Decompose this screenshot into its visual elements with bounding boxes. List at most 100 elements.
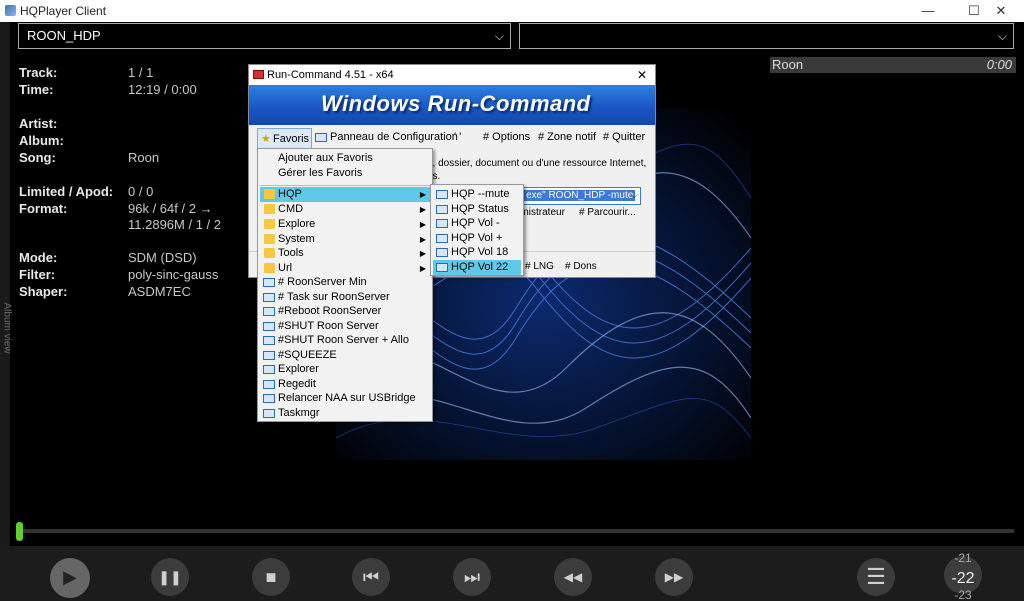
command-icon — [263, 351, 275, 360]
close-icon[interactable]: ✕ — [637, 65, 647, 85]
time-value: 12:19 / 0:00 — [128, 82, 197, 97]
hqp-submenu-item[interactable]: HQP Vol - — [433, 216, 521, 231]
track-value: 1 / 1 — [128, 65, 154, 80]
shaper-value: ASDM7EC — [128, 284, 191, 299]
run-command-description: e, dossier, document ou d'une ressource … — [427, 157, 646, 183]
app-icon — [5, 5, 16, 16]
cmd-item[interactable]: #SQUEEZE — [260, 348, 337, 363]
run-command-icon — [253, 70, 264, 79]
hqp-submenu-label: HQP Vol + — [451, 232, 503, 244]
rewind-button[interactable]: ◀◀ — [554, 558, 592, 596]
command-icon — [263, 322, 275, 331]
parcourir-button[interactable]: # Parcourir... — [579, 207, 636, 218]
previous-button[interactable]: ⏮ — [352, 558, 390, 596]
cmd-item[interactable]: #Reboot RoonServer — [260, 304, 381, 319]
folder-system[interactable]: System ▶ — [260, 232, 430, 247]
menu-lng[interactable]: # LNG — [525, 261, 554, 272]
menu-item-ajouter[interactable]: Ajouter aux Favoris — [260, 151, 373, 166]
output-select[interactable]: ⌵ — [519, 23, 1014, 49]
minimize-button[interactable]: — — [905, 0, 951, 22]
hqp-submenu-item[interactable]: HQP Vol 18 — [433, 245, 521, 260]
folder-explore-label: Explore — [278, 218, 316, 230]
album-view-toggle[interactable]: Album view — [0, 22, 13, 546]
admin-checkbox-label[interactable]: inistrateur — [521, 207, 565, 218]
cmd-item[interactable]: Taskmgr — [260, 406, 320, 421]
pause-button[interactable]: ❚❚ — [151, 558, 189, 596]
cmd-item[interactable]: Explorer — [260, 362, 319, 377]
hqp-submenu-item-selected[interactable]: HQP Vol 22 — [433, 260, 521, 275]
song-label: Song: — [19, 150, 56, 165]
folder-icon — [264, 234, 275, 244]
command-icon — [263, 278, 275, 287]
seek-bar[interactable] — [16, 529, 1014, 533]
hqp-submenu-item[interactable]: HQP --mute — [433, 187, 521, 202]
cmd-item[interactable]: Relancer NAA sur USBridge — [260, 391, 416, 406]
seek-handle[interactable] — [16, 522, 23, 541]
folder-explore[interactable]: Explore ▶ — [260, 217, 430, 232]
menu-button[interactable]: ☰ — [857, 558, 895, 596]
menu-zone-notif[interactable]: # Zone notif — [538, 131, 596, 143]
volume-control[interactable]: -21 -22 -23 — [944, 552, 982, 600]
command-icon — [263, 336, 275, 345]
playlist-item-duration: 0:00 — [986, 57, 1012, 72]
chevron-right-icon: ▶ — [419, 249, 426, 258]
chevron-down-icon: ⌵ — [997, 29, 1007, 43]
cmd-item[interactable]: # Task sur RoonServer — [260, 290, 390, 305]
cmd-item[interactable]: # RoonServer Min — [260, 275, 367, 290]
menu-dots[interactable]: ' ' — [454, 131, 461, 143]
menu-quitter[interactable]: # Quitter — [603, 131, 645, 143]
command-icon — [436, 234, 448, 243]
device-select[interactable]: ROON_HDP ⌵ — [18, 23, 511, 49]
album-view-label: Album view — [1, 302, 13, 354]
chevron-down-icon[interactable]: ⌵ — [630, 188, 638, 204]
menu-panneau-label: Panneau de Configuration — [330, 131, 458, 143]
forward-button[interactable]: ▶▶ — [655, 558, 693, 596]
play-button[interactable]: ▶ — [50, 558, 90, 598]
hqp-submenu-item[interactable]: HQP Vol + — [433, 231, 521, 246]
close-button[interactable]: ✕ — [978, 0, 1024, 22]
folder-url[interactable]: Url ▶ — [260, 261, 430, 276]
cmd-item-label: Explorer — [278, 363, 319, 375]
cmd-item[interactable]: Regedit — [260, 377, 316, 392]
format-value-1: 96k / 64f / 2 → — [128, 201, 213, 216]
banner-title: Windows Run-Command — [321, 91, 591, 116]
menu-item-gerer[interactable]: Gérer les Favoris — [260, 166, 362, 181]
menu-panneau[interactable]: Panneau de Configuration — [315, 131, 458, 143]
limited-label: Limited / Apod: — [19, 184, 114, 199]
volume-value: -22 — [951, 570, 975, 587]
folder-hqp[interactable]: HQP ▶ — [260, 187, 430, 202]
cmd-item[interactable]: #SHUT Roon Server — [260, 319, 379, 334]
command-icon — [263, 394, 275, 403]
shaper-label: Shaper: — [19, 284, 68, 299]
control-panel-icon — [315, 132, 327, 142]
command-icon — [436, 205, 448, 214]
playlist-item[interactable]: Roon 0:00 — [770, 57, 1016, 73]
chevron-down-icon: ⌵ — [494, 29, 504, 43]
limited-value: 0 / 0 — [128, 184, 154, 199]
cmd-item[interactable]: #SHUT Roon Server + Allo — [260, 333, 409, 348]
next-button[interactable]: ⏭ — [453, 558, 491, 596]
run-command-titlebar: Run-Command 4.51 - x64 ✕ — [249, 65, 655, 85]
cmd-item-label: Regedit — [278, 378, 316, 390]
menu-options[interactable]: # Options — [483, 131, 530, 143]
command-icon — [436, 190, 448, 199]
cmd-item-label: #SQUEEZE — [278, 349, 337, 361]
cmd-item-label: Relancer NAA sur USBridge — [278, 392, 416, 404]
folder-cmd[interactable]: CMD ▶ — [260, 202, 430, 217]
description-line-1: e, dossier, document ou d'une ressource … — [427, 158, 647, 169]
command-icon — [436, 219, 448, 228]
run-command-banner: Windows Run-Command — [249, 85, 655, 125]
chevron-right-icon: ▶ — [419, 264, 426, 273]
command-input-value: exe" ROON_HDP -mute — [524, 190, 636, 201]
stop-button[interactable]: ■ — [252, 558, 290, 596]
menu-dons[interactable]: # Dons — [565, 261, 597, 272]
folder-tools[interactable]: Tools ▶ — [260, 246, 430, 261]
folder-system-label: System — [278, 233, 315, 245]
mode-value: SDM (DSD) — [128, 250, 197, 265]
command-input[interactable]: exe" ROON_HDP -mute ⌵ — [521, 187, 641, 205]
cmd-item-label: #Reboot RoonServer — [278, 305, 382, 317]
command-icon — [263, 365, 275, 374]
filter-value: poly-sinc-gauss — [128, 267, 219, 282]
hqp-submenu-item[interactable]: HQP Status — [433, 202, 521, 217]
window-title: HQPlayer Client — [20, 4, 107, 18]
